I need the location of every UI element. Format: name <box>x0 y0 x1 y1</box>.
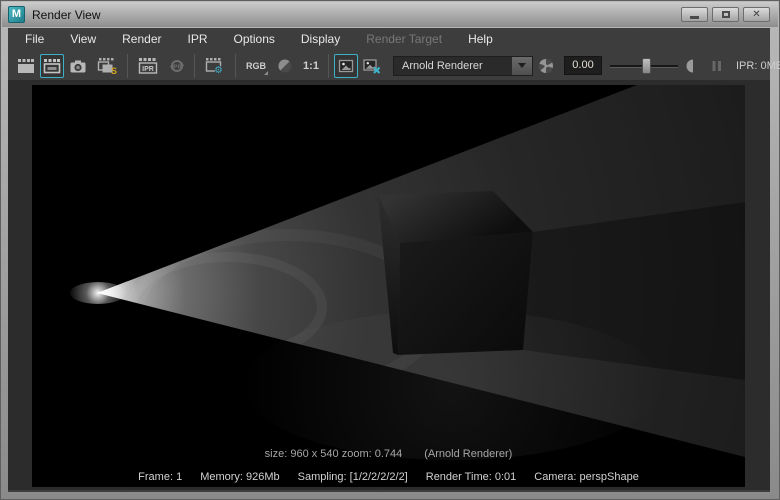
render-view-background: size: 960 x 540 zoom: 0.744 (Arnold Rende… <box>8 80 770 490</box>
toolbar-separator <box>235 53 236 78</box>
slider-handle[interactable] <box>642 57 651 74</box>
menu-options[interactable]: Options <box>221 28 288 51</box>
svg-text:IPR: IPR <box>142 66 154 73</box>
svg-text:IPR: IPR <box>172 64 181 70</box>
menu-render-target: Render Target <box>366 32 443 46</box>
renderer-name-text: (Arnold Renderer) <box>424 448 513 460</box>
clapperboard-icon <box>18 58 34 73</box>
window-content: File View Render IPR Options Display Ren… <box>8 28 780 492</box>
ipr-memory-label: IPR: 0MB <box>736 59 780 72</box>
close-button[interactable]: ✕ <box>743 7 770 22</box>
render-time-status: Render Time: 0:01 <box>425 471 517 483</box>
pause-ipr-button <box>705 54 729 78</box>
menu-help[interactable]: Help <box>455 28 506 51</box>
half-circle-icon <box>686 59 693 72</box>
camera-status: Camera: perspShape <box>534 471 639 483</box>
remove-image-icon <box>363 58 381 74</box>
clapperboard-outline-icon <box>43 58 61 73</box>
exposure-slider[interactable] <box>610 56 678 76</box>
camera-icon <box>70 60 86 72</box>
exposure-value-field[interactable]: 0.00 <box>564 56 602 75</box>
svg-text:S: S <box>111 66 117 75</box>
aperture-icon <box>538 58 553 73</box>
cube-object <box>378 191 533 355</box>
ipr-render-button[interactable]: IPR <box>133 54 163 78</box>
window-title: Render View <box>32 7 101 22</box>
memory-status: Memory: 926Mb <box>200 471 280 483</box>
title-bar[interactable]: M Render View ✕ <box>2 2 778 27</box>
render-sequence-icon: S <box>97 57 117 75</box>
keep-image-icon <box>338 59 354 72</box>
refresh-ipr-button: IPR <box>165 54 189 78</box>
render-sequence-button[interactable]: S <box>92 54 122 78</box>
sampling-status: Sampling: [1/2/2/2/2/2] <box>297 471 408 483</box>
minimize-button[interactable] <box>681 7 708 22</box>
ipr-clapperboard-icon: IPR <box>138 57 158 74</box>
renderer-dropdown-value: Arnold Renderer <box>402 59 483 72</box>
image-status-line: size: 960 x 540 zoom: 0.744 (Arnold Rende… <box>32 448 745 460</box>
menu-display[interactable]: Display <box>288 28 353 51</box>
chevron-down-icon <box>518 63 526 68</box>
size-zoom-text: size: 960 x 540 zoom: 0.744 <box>264 448 403 460</box>
pause-icon <box>712 60 721 71</box>
display-alpha-channel-button[interactable] <box>273 54 297 78</box>
renderer-dropdown[interactable]: Arnold Renderer <box>393 55 533 76</box>
status-bar: Frame: 1 Memory: 926Mb Sampling: [1/2/2/2/… <box>32 471 745 483</box>
rgb-channels-icon: RGB <box>246 60 266 71</box>
render-settings-button[interactable]: ⚙ <box>200 54 230 78</box>
toolbar-separator <box>194 53 195 78</box>
spotlight-cube-render <box>32 85 745 487</box>
maximize-button[interactable] <box>712 7 739 22</box>
toolbar-separator <box>328 53 329 78</box>
toolbar-separator <box>127 53 128 78</box>
ipr-refresh-icon: IPR <box>170 59 184 72</box>
menu-render[interactable]: Render <box>109 28 174 51</box>
maximize-icon <box>721 11 730 18</box>
menu-ipr[interactable]: IPR <box>175 28 221 51</box>
keep-image-button[interactable] <box>334 53 358 78</box>
dropdown-corner-triangle-icon <box>264 70 268 75</box>
display-real-size-button[interactable]: 1:1 <box>299 54 323 78</box>
menu-file[interactable]: File <box>12 28 57 51</box>
exposure-button[interactable] <box>534 54 558 78</box>
render-current-frame-button[interactable] <box>14 54 38 78</box>
rendered-image[interactable]: size: 960 x 540 zoom: 0.744 (Arnold Rende… <box>32 85 745 487</box>
svg-text:⚙: ⚙ <box>214 65 223 75</box>
menu-view[interactable]: View <box>57 28 109 51</box>
remove-image-button[interactable] <box>360 54 384 78</box>
renderer-dropdown-arrow-button[interactable] <box>511 56 532 75</box>
close-icon: ✕ <box>752 8 761 20</box>
render-settings-icon: ⚙ <box>205 57 223 75</box>
display-rgb-channels-button[interactable]: RGB <box>241 54 271 78</box>
snapshot-button[interactable] <box>66 54 90 78</box>
frame-status: Frame: 1 <box>138 471 183 483</box>
toolbar: S IPR IPR ⚙ RGB 1:1 Arnold Renderer 0.00… <box>8 51 780 80</box>
maya-logo-icon: M <box>8 6 25 23</box>
render-view-window: M Render View ✕ File View Render IPR Opt… <box>0 0 780 500</box>
menu-bar: File View Render IPR Options Display Ren… <box>8 28 770 51</box>
minimize-icon <box>690 16 699 19</box>
alpha-half-disk-icon <box>278 58 292 73</box>
real-size-icon: 1:1 <box>303 59 319 72</box>
gamma-display-button[interactable] <box>679 54 703 78</box>
redo-previous-render-button[interactable] <box>40 53 64 78</box>
